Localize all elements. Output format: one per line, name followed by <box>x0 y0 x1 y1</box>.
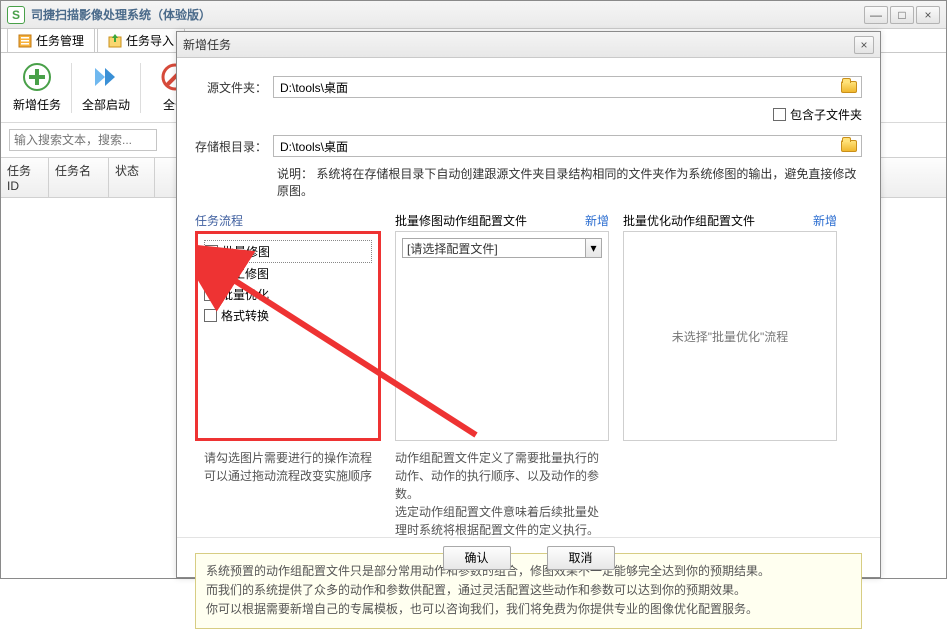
tool-label: 新增任务 <box>13 96 61 113</box>
list-icon <box>18 34 32 48</box>
store-root-label: 存储根目录： <box>195 138 273 155</box>
config-b-combo[interactable]: [请选择配置文件] ▾ <box>402 238 602 258</box>
config-b-new-link[interactable]: 新增 <box>585 212 609 229</box>
note-label: 说明： <box>277 167 313 181</box>
config-c-label: 批量优化动作组配置文件 <box>623 212 755 229</box>
app-icon: S <box>7 6 25 24</box>
config-b-desc2: 选定动作组配置文件意味着后续批量处理时系统将根据配置文件的定义执行。 <box>395 503 609 539</box>
cancel-button[interactable]: 取消 <box>547 546 615 570</box>
folder-icon <box>841 81 857 93</box>
col-task-id[interactable]: 任务ID <box>1 158 49 197</box>
tab-task-manager[interactable]: 任务管理 <box>7 28 95 52</box>
minimize-button[interactable]: — <box>864 6 888 24</box>
config-b-box: [请选择配置文件] ▾ <box>395 231 609 441</box>
plus-icon <box>22 62 52 92</box>
checkbox[interactable] <box>204 288 217 301</box>
chevron-down-icon: ▾ <box>585 239 601 257</box>
search-input[interactable] <box>9 129 157 151</box>
config-b-label: 批量修图动作组配置文件 <box>395 212 527 229</box>
import-icon <box>108 34 122 48</box>
dialog-titlebar: 新增任务 × <box>177 32 880 58</box>
taskflow-label: 任务流程 <box>195 212 243 229</box>
tool-label: 全部启动 <box>82 96 130 113</box>
tab-label: 任务导入 <box>126 32 174 49</box>
source-folder-label: 源文件夹： <box>195 79 273 96</box>
item-label: 人工修图 <box>221 265 269 282</box>
titlebar: S 司捷扫描影像处理系统（体验版） — □ × <box>1 1 946 29</box>
item-label: 批量修图 <box>222 243 270 260</box>
include-subfolder-label: 包含子文件夹 <box>790 106 862 123</box>
note-text: 系统将在存储根目录下自动创建跟源文件夹目录结构相同的文件夹作为系统修图的输出，避… <box>277 167 856 198</box>
config-c-box: 未选择"批量优化"流程 <box>623 231 837 441</box>
close-button[interactable]: × <box>916 6 940 24</box>
col-status[interactable]: 状态 <box>109 158 155 197</box>
taskflow-item[interactable]: 格式转换 <box>204 305 372 326</box>
col-task-name[interactable]: 任务名 <box>49 158 109 197</box>
item-label: 格式转换 <box>221 307 269 324</box>
browse-source-button[interactable] <box>838 77 860 97</box>
include-subfolder-checkbox[interactable] <box>773 108 786 121</box>
window-title: 司捷扫描影像处理系统（体验版） <box>31 6 864 23</box>
taskflow-desc1: 请勾选图片需要进行的操作流程 <box>195 449 381 467</box>
new-task-dialog: 新增任务 × 源文件夹： 包含子文件夹 存储根目录： 说明： 系统将在存储根目录… <box>176 31 881 578</box>
new-task-button[interactable]: 新增任务 <box>9 57 65 119</box>
browse-store-button[interactable] <box>838 136 860 156</box>
yellow-line2: 而我们的系统提供了众多的动作和参数供配置，通过灵活配置这些动作和参数可以达到你的… <box>206 581 851 600</box>
taskflow-desc2: 可以通过拖动流程改变实施顺序 <box>195 467 381 485</box>
yellow-line3: 你可以根据需要新增自己的专属模板，也可以咨询我们，我们将免费为你提供专业的图像优… <box>206 600 851 619</box>
dialog-close-button[interactable]: × <box>854 36 874 54</box>
ok-button[interactable]: 确认 <box>443 546 511 570</box>
store-root-input[interactable] <box>274 139 837 153</box>
source-folder-input[interactable] <box>274 80 837 94</box>
combo-text: [请选择配置文件] <box>403 240 585 257</box>
play-icon <box>91 62 121 92</box>
config-c-empty: 未选择"批量优化"流程 <box>672 328 789 345</box>
taskflow-item[interactable]: 批量优化 <box>204 284 372 305</box>
checkbox[interactable] <box>204 309 217 322</box>
tab-task-import[interactable]: 任务导入 <box>97 28 185 52</box>
maximize-button[interactable]: □ <box>890 6 914 24</box>
separator <box>71 63 72 113</box>
folder-icon <box>841 140 857 152</box>
item-label: 批量优化 <box>221 286 269 303</box>
taskflow-item[interactable]: 人工修图 <box>204 263 372 284</box>
config-b-desc1: 动作组配置文件定义了需要批量执行的动作、动作的执行顺序、以及动作的参数。 <box>395 449 609 503</box>
start-all-button[interactable]: 全部启动 <box>78 57 134 119</box>
tab-label: 任务管理 <box>36 32 84 49</box>
separator <box>140 63 141 113</box>
config-c-new-link[interactable]: 新增 <box>813 212 837 229</box>
dialog-title: 新增任务 <box>183 36 854 53</box>
taskflow-box: 批量修图 人工修图 批量优化 格式转换 <box>195 231 381 441</box>
checkbox[interactable] <box>204 267 217 280</box>
checkbox[interactable] <box>205 245 218 258</box>
taskflow-item[interactable]: 批量修图 <box>204 240 372 263</box>
